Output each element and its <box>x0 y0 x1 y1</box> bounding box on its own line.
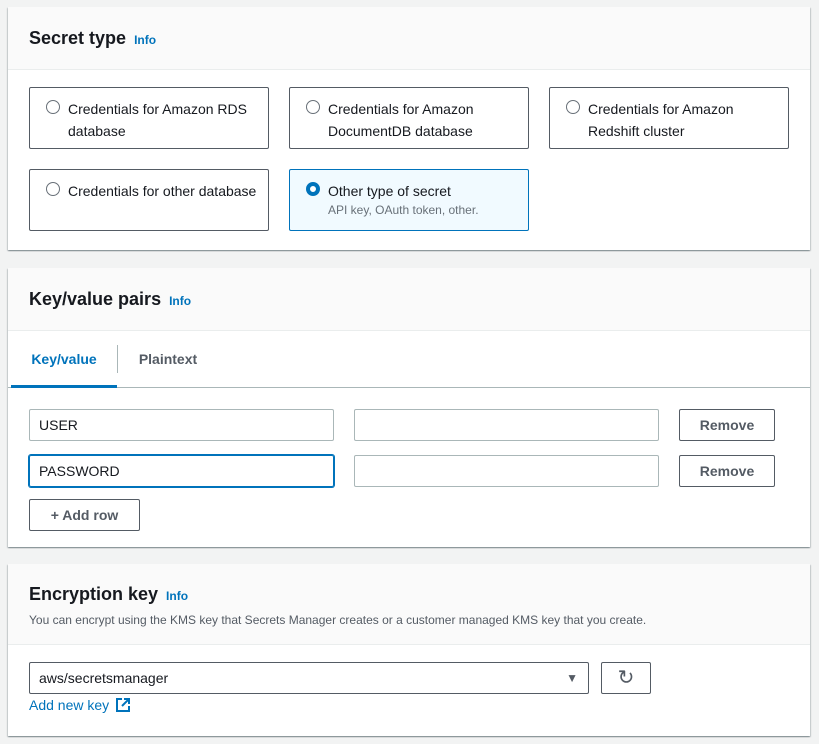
refresh-icon: ↻ <box>617 667 635 689</box>
radio-selected-icon[interactable] <box>306 182 320 196</box>
option-label: Other type of secret <box>328 183 451 199</box>
encryption-info-link[interactable]: Info <box>166 589 188 603</box>
add-new-key-label: Add new key <box>29 697 110 713</box>
option-redshift[interactable]: Credentials for Amazon Redshift cluster <box>549 87 789 149</box>
option-label: Credentials for Amazon Redshift cluster <box>588 101 734 139</box>
option-label: Credentials for Amazon DocumentDB databa… <box>328 101 474 139</box>
remove-button-2[interactable]: Remove <box>679 455 775 487</box>
secret-type-panel: Secret type Info Credentials for Amazon R… <box>8 7 810 250</box>
external-link-icon <box>116 698 131 712</box>
option-description: API key, OAuth token, other. <box>328 203 479 217</box>
option-other-secret[interactable]: Other type of secret API key, OAuth token… <box>289 169 529 231</box>
key-input-1[interactable]: USER <box>29 409 334 441</box>
secret-type-info-link[interactable]: Info <box>134 33 156 47</box>
remove-button-1[interactable]: Remove <box>679 409 775 441</box>
radio-icon[interactable] <box>566 100 580 114</box>
key-value-panel: Key/value pairs Info Key/value Plaintext … <box>8 268 810 547</box>
tab-bar: Key/value Plaintext <box>8 331 810 388</box>
add-new-key-link[interactable]: Add new key <box>29 697 131 713</box>
option-rds[interactable]: Credentials for Amazon RDS database <box>29 87 269 149</box>
key-value-info-link[interactable]: Info <box>169 294 191 308</box>
encryption-description: You can encrypt using the KMS key that S… <box>29 613 647 627</box>
tab-plaintext[interactable]: Plaintext <box>118 331 218 387</box>
radio-icon[interactable] <box>306 100 320 114</box>
value-input-1[interactable] <box>354 409 659 441</box>
secret-type-title: Secret type <box>29 28 127 48</box>
option-documentdb[interactable]: Credentials for Amazon DocumentDB databa… <box>289 87 529 149</box>
option-label: Credentials for other database <box>68 183 257 199</box>
encryption-key-panel: Encryption key Info You can encrypt using… <box>8 564 810 736</box>
value-input-2[interactable] <box>354 455 659 487</box>
kms-key-select[interactable]: aws/secretsmanager ▼ <box>29 662 589 694</box>
add-row-button[interactable]: + Add row <box>29 499 140 531</box>
tab-key-value[interactable]: Key/value <box>11 331 117 388</box>
selected-key: aws/secretsmanager <box>39 670 169 686</box>
encryption-key-title: Encryption key <box>29 584 159 604</box>
key-value-title: Key/value pairs <box>29 289 162 309</box>
option-other-database[interactable]: Credentials for other database <box>29 169 269 231</box>
refresh-button[interactable]: ↻ <box>601 662 651 694</box>
radio-icon[interactable] <box>46 100 60 114</box>
key-input-2[interactable]: PASSWORD <box>29 455 334 487</box>
option-label: Credentials for Amazon RDS database <box>68 101 247 139</box>
caret-down-icon: ▼ <box>566 671 578 685</box>
radio-icon[interactable] <box>46 182 60 196</box>
